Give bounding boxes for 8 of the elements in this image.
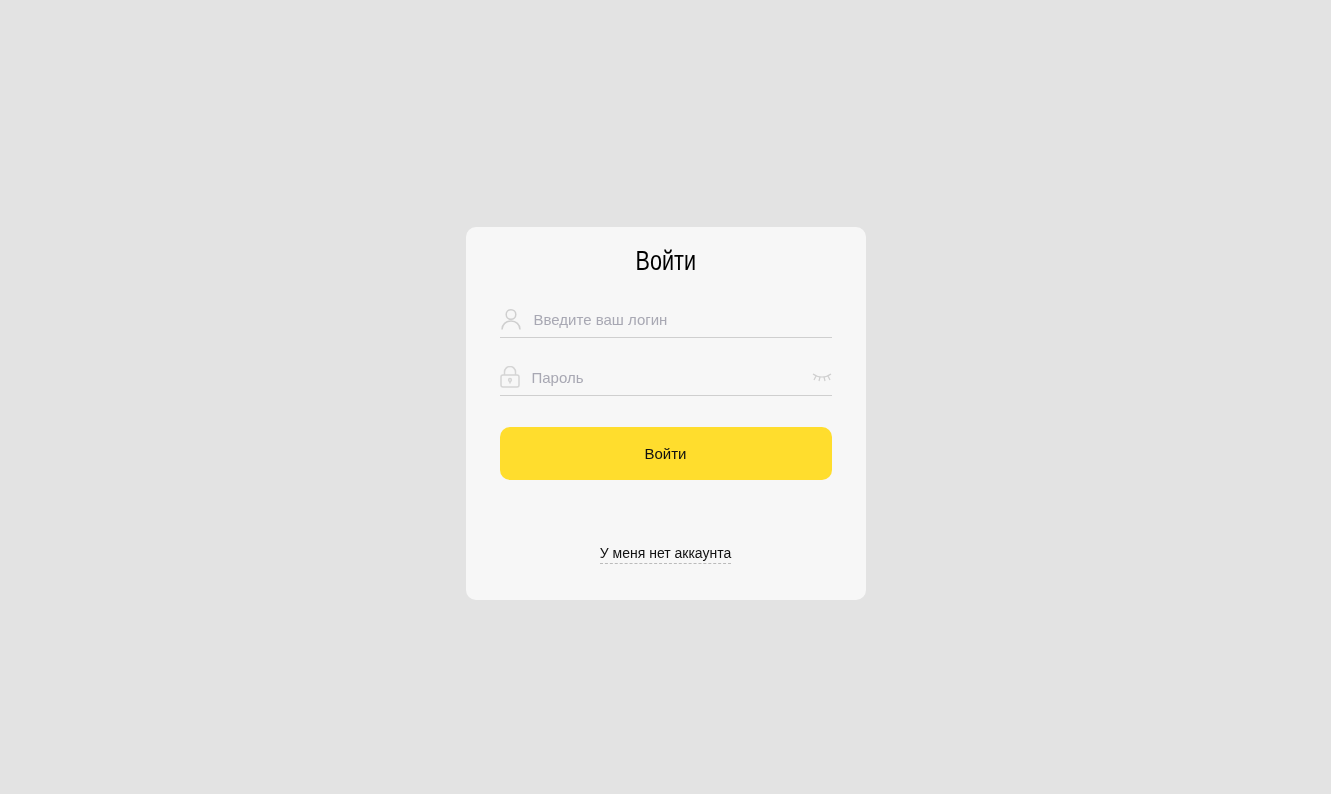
- login-field[interactable]: Введите ваш логин: [533, 310, 832, 328]
- lock-icon: [499, 366, 520, 389]
- form-title: Войти: [635, 245, 696, 278]
- closed-eye-icon[interactable]: [811, 372, 832, 383]
- password-field[interactable]: Пароль: [531, 368, 800, 386]
- login-button[interactable]: Войти: [499, 427, 832, 481]
- user-icon: [499, 308, 522, 331]
- register-link[interactable]: У меня нет аккаунта: [599, 545, 732, 565]
